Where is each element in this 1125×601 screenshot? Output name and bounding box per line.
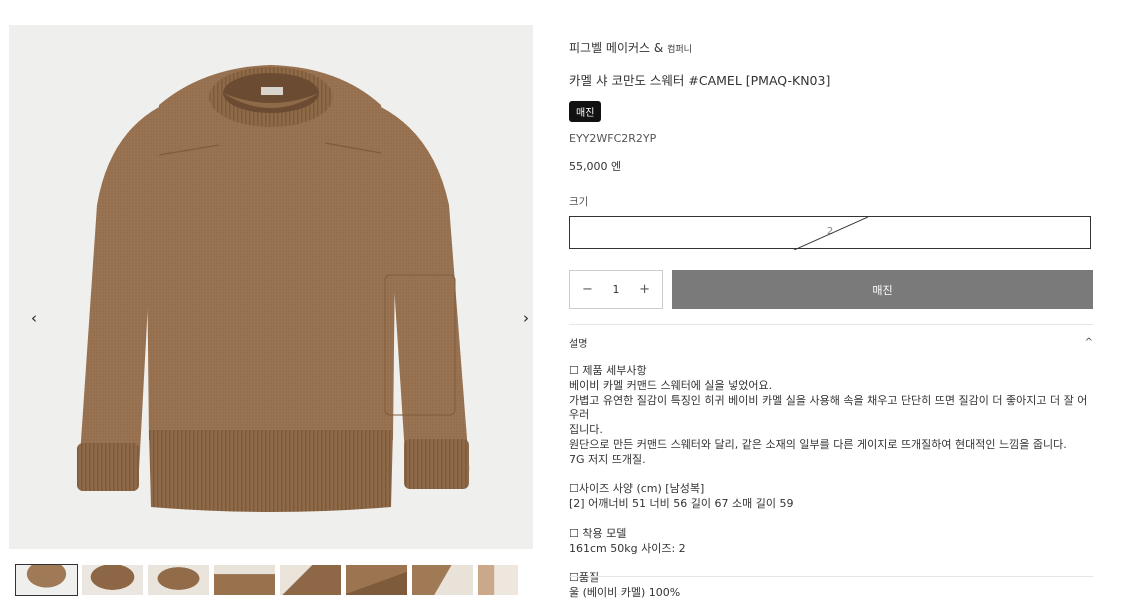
thumbnail-4[interactable] xyxy=(214,565,275,595)
description-line: 가볍고 유연한 질감이 특징인 히귀 베이비 카멜 실을 사용해 속을 채우고 … xyxy=(569,393,1088,422)
sold-out-button[interactable]: 매진 xyxy=(672,270,1093,309)
sweater-image xyxy=(77,65,470,512)
thumbnail-6[interactable] xyxy=(346,565,407,595)
next-image-button[interactable]: › xyxy=(516,308,533,328)
description-line: 161cm 50kg 사이즈: 2 xyxy=(569,541,686,555)
description-line: 베이비 카멜 커맨드 스웨터에 실을 넣었어요. xyxy=(569,378,773,392)
brand-name[interactable]: 피그벨 메이커스 & 컴퍼니 xyxy=(569,39,1093,56)
description-line: ☐ 착용 모델 xyxy=(569,526,627,540)
quantity-stepper[interactable]: − 1 + xyxy=(569,270,663,309)
description-heading: 설명 xyxy=(569,339,588,350)
size-option-2[interactable]: 2 xyxy=(569,216,1091,250)
divider xyxy=(569,324,1093,325)
decrease-quantity-button[interactable]: − xyxy=(582,282,593,297)
quantity-value[interactable]: 1 xyxy=(613,283,620,296)
thumbnail-2[interactable] xyxy=(82,565,143,595)
chevron-right-icon: › xyxy=(523,309,529,327)
description-line: 원단으로 만든 커맨드 스웨터와 달리, 같은 소재의 일부를 다른 게이지로 … xyxy=(569,437,1067,451)
description-line: 7G 저지 뜨개질. xyxy=(569,452,646,466)
purchase-row: − 1 + 매진 xyxy=(569,270,1093,309)
prev-image-button[interactable]: ‹ xyxy=(24,308,44,328)
increase-quantity-button[interactable]: + xyxy=(639,282,650,297)
description-line: 집니다. xyxy=(569,423,603,437)
unavailable-strike-icon xyxy=(794,217,868,250)
description-line: [2] 어깨너비 51 너비 56 길이 67 소매 길이 59 xyxy=(569,497,794,511)
description-line: ☐ 제품 세부사항 xyxy=(569,364,647,377)
product-title: 카멜 샤 코만도 스웨터 #CAMEL [PMAQ-KN03] xyxy=(569,73,831,88)
size-label: 크기 xyxy=(569,196,589,208)
product-sku: EYY2WFC2R2YP xyxy=(569,132,657,145)
brand-sub-label: 컴퍼니 xyxy=(667,45,692,55)
description-body: ☐ 제품 세부사항 베이비 카멜 커맨드 스웨터에 실을 넣었어요. 가볍고 유… xyxy=(569,364,1093,601)
thumbnail-5[interactable] xyxy=(280,565,341,595)
thumbnail-7[interactable] xyxy=(412,565,473,595)
thumbnail-3[interactable] xyxy=(148,565,209,595)
chevron-left-icon: ‹ xyxy=(31,309,37,327)
chevron-up-icon: ^ xyxy=(1084,337,1093,348)
description-line: 울 (베이비 카멜) 100% xyxy=(569,585,681,599)
thumbnail-1[interactable] xyxy=(15,564,78,596)
description-accordion-toggle[interactable]: 설명 ^ xyxy=(569,335,1093,350)
sold-out-badge: 매진 xyxy=(569,101,602,122)
description-line: ☐사이즈 사양 (cm) [남성복] xyxy=(569,482,705,496)
product-price: 55,000 엔 xyxy=(569,160,622,173)
description-line: ☐품질 xyxy=(569,571,600,585)
product-image[interactable]: ‹ › xyxy=(9,25,533,549)
product-info: 피그벨 메이커스 & 컴퍼니 카멜 샤 코만도 스웨터 #CAMEL [PMAQ… xyxy=(569,35,1093,601)
bottom-divider xyxy=(569,576,1093,577)
thumbnail-8[interactable] xyxy=(478,565,518,595)
brand-label: 피그벨 메이커스 & xyxy=(569,41,664,55)
thumbnail-strip xyxy=(15,564,518,596)
